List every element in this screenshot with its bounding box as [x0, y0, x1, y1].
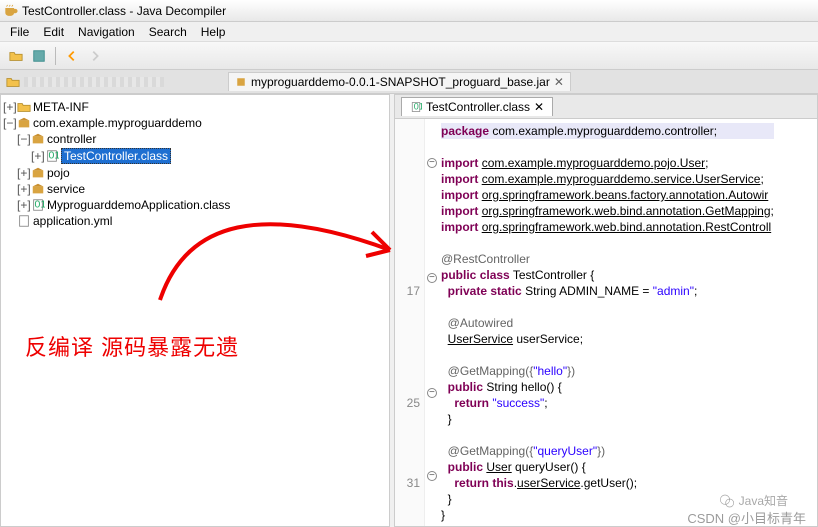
- tree-label: application.yml: [33, 214, 112, 228]
- tree-item[interactable]: [+] 010TestController.class: [31, 147, 387, 165]
- redacted-path: [24, 77, 164, 87]
- back-button[interactable]: [62, 46, 82, 66]
- tree-label: META-INF: [33, 100, 89, 114]
- close-icon[interactable]: ✕: [534, 100, 544, 114]
- tab-area: myproguarddemo-0.0.1-SNAPSHOT_proguard_b…: [0, 70, 818, 94]
- app-icon: [4, 4, 18, 18]
- project-folder[interactable]: [6, 75, 164, 89]
- class-file-icon: 010: [410, 101, 422, 113]
- fold-column: [425, 119, 439, 526]
- expand-toggle[interactable]: [+]: [3, 100, 15, 114]
- code-lines: package com.example.myproguarddemo.contr…: [439, 119, 780, 526]
- menu-navigation[interactable]: Navigation: [72, 23, 141, 41]
- menu-edit[interactable]: Edit: [37, 23, 70, 41]
- menu-search[interactable]: Search: [143, 23, 193, 41]
- forward-button[interactable]: [85, 46, 105, 66]
- tree-item[interactable]: [−] controller: [17, 131, 387, 147]
- main-area: [+] META-INF [−] com.example.myproguarddemo…: [0, 94, 818, 527]
- svg-text:010: 010: [414, 101, 422, 111]
- tree-label: TestController.class: [61, 148, 171, 164]
- expand-toggle[interactable]: [+]: [17, 198, 29, 212]
- tree-item[interactable]: [+] pojo: [17, 165, 387, 181]
- tree-label: MyproguarddemoApplication.class: [47, 198, 230, 212]
- tree-label: service: [47, 182, 85, 196]
- jar-icon: [235, 76, 247, 88]
- separator: [55, 47, 56, 65]
- code-pane: 010 TestController.class ✕ 172531 packag…: [394, 94, 818, 527]
- save-button[interactable]: [29, 46, 49, 66]
- svg-text:010: 010: [49, 150, 60, 162]
- editor-tab-label: TestController.class: [426, 100, 530, 114]
- toolbar: [0, 42, 818, 70]
- svg-text:010: 010: [35, 199, 46, 211]
- menu-bar: File Edit Navigation Search Help: [0, 22, 818, 42]
- tree-item[interactable]: [+] 010MyproguarddemoApplication.class: [17, 197, 387, 213]
- tree-label: com.example.myproguarddemo: [33, 116, 202, 130]
- open-file-button[interactable]: [6, 46, 26, 66]
- close-icon[interactable]: ✕: [554, 75, 564, 89]
- jar-tab-label: myproguarddemo-0.0.1-SNAPSHOT_proguard_b…: [251, 75, 550, 89]
- tree-item[interactable]: [+] service: [17, 181, 387, 197]
- tree-label: pojo: [47, 166, 70, 180]
- tree-item[interactable]: application.yml: [3, 213, 387, 229]
- jar-tab[interactable]: myproguarddemo-0.0.1-SNAPSHOT_proguard_b…: [228, 72, 571, 91]
- tree-label: controller: [47, 132, 96, 146]
- code-body[interactable]: 172531 package com.example.myproguarddem…: [395, 119, 817, 526]
- tree-item[interactable]: [−] com.example.myproguarddemo: [3, 115, 387, 131]
- title-bar: TestController.class - Java Decompiler: [0, 0, 818, 22]
- expand-toggle[interactable]: [+]: [31, 149, 43, 163]
- window-title: TestController.class - Java Decompiler: [22, 4, 226, 18]
- menu-file[interactable]: File: [4, 23, 35, 41]
- expand-toggle[interactable]: [−]: [17, 132, 29, 146]
- menu-help[interactable]: Help: [195, 23, 232, 41]
- tree-item[interactable]: [+] META-INF: [3, 99, 387, 115]
- expand-toggle[interactable]: [+]: [17, 182, 29, 196]
- expand-toggle[interactable]: [−]: [3, 116, 15, 130]
- folder-icon: [6, 75, 20, 89]
- expand-toggle[interactable]: [+]: [17, 166, 29, 180]
- editor-tab[interactable]: 010 TestController.class ✕: [401, 97, 553, 116]
- line-gutter: 172531: [395, 119, 425, 526]
- editor-tab-bar: 010 TestController.class ✕: [395, 95, 817, 119]
- package-tree[interactable]: [+] META-INF [−] com.example.myproguarddemo…: [0, 94, 390, 527]
